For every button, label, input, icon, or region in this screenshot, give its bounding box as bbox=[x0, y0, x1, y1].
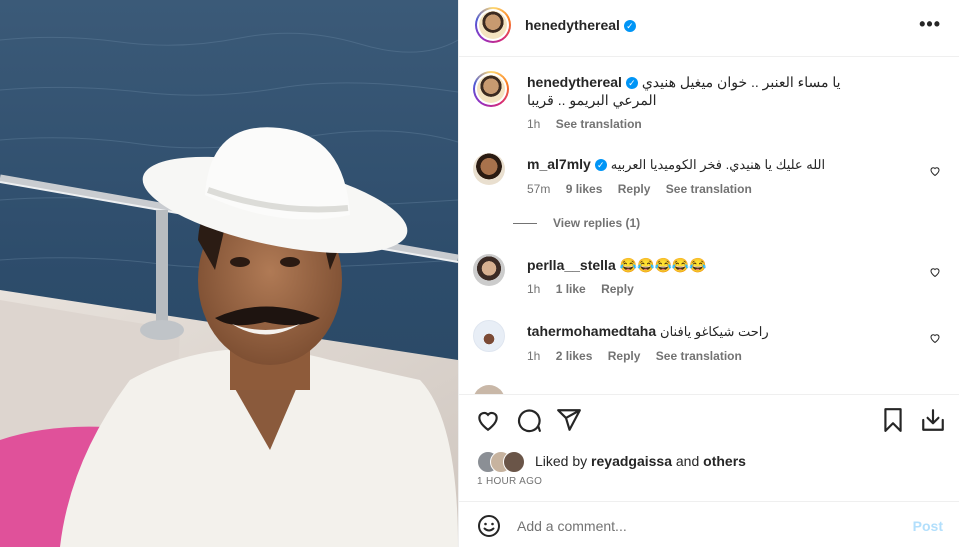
author-avatar[interactable] bbox=[475, 7, 511, 43]
more-horizontal-icon[interactable]: ••• bbox=[919, 14, 941, 35]
liked-by-prefix: Liked by bbox=[535, 453, 588, 469]
see-translation-link[interactable]: See translation bbox=[656, 349, 742, 363]
caption-text-line1: يا مساء العنبر .. خوان ميغيل هنيدي bbox=[641, 74, 841, 90]
download-icon[interactable] bbox=[920, 407, 946, 433]
see-translation-link[interactable]: See translation bbox=[556, 117, 642, 131]
bookmark-icon[interactable] bbox=[880, 407, 906, 433]
posted-time: 1 HOUR AGO bbox=[477, 476, 543, 487]
comment-likes[interactable]: 2 likes bbox=[556, 349, 593, 363]
verified-badge-icon: ✓ bbox=[594, 159, 607, 172]
reply-button[interactable]: Reply bbox=[601, 282, 634, 296]
add-comment-input[interactable] bbox=[515, 513, 879, 539]
caption-username[interactable]: henedythereal bbox=[527, 74, 622, 90]
comment-time: 1h bbox=[527, 349, 541, 363]
comment-time: 1h bbox=[527, 282, 541, 296]
add-comment-bar: Post bbox=[459, 501, 959, 548]
verified-badge-icon: ✓ bbox=[625, 77, 638, 90]
comment-text: 😂😂😂😂😂 bbox=[619, 257, 707, 273]
author-avatar[interactable] bbox=[473, 71, 509, 107]
caption-time: 1h bbox=[527, 117, 541, 131]
comment-time: 57m bbox=[527, 182, 551, 196]
comment-username[interactable]: perlla__stella bbox=[527, 257, 616, 273]
reply-button[interactable]: Reply bbox=[618, 182, 651, 196]
comment-likes[interactable]: 9 likes bbox=[566, 182, 603, 196]
comment-icon[interactable] bbox=[516, 407, 542, 433]
view-replies-button[interactable]: View replies (1) bbox=[513, 216, 640, 230]
liked-by-and: and bbox=[675, 453, 700, 469]
author-line: henedythereal ✓ bbox=[525, 17, 636, 35]
comment-username[interactable]: m_al7mly bbox=[527, 156, 591, 172]
post-comment-button[interactable]: Post bbox=[913, 518, 943, 534]
comment-likes[interactable]: 1 like bbox=[556, 282, 586, 296]
liked-by-user[interactable]: reyadgaissa bbox=[591, 453, 672, 469]
liker-avatars[interactable] bbox=[477, 451, 533, 473]
heart-icon[interactable] bbox=[475, 407, 501, 433]
liked-by-others[interactable]: others bbox=[703, 453, 746, 469]
commenter-avatar[interactable] bbox=[473, 320, 505, 352]
emoji-icon[interactable] bbox=[477, 514, 501, 538]
commenter-avatar[interactable] bbox=[473, 254, 505, 286]
commenter-avatar[interactable] bbox=[473, 153, 505, 185]
post-header: henedythereal ✓ ••• bbox=[459, 0, 959, 57]
comment-text: راحت شيكاغو يافنان bbox=[660, 324, 769, 339]
comments-list[interactable]: henedythereal ✓ يا مساء العنبر .. خوان مي… bbox=[459, 57, 959, 394]
post-actions-bar bbox=[459, 394, 959, 445]
see-translation-link[interactable]: See translation bbox=[666, 182, 752, 196]
author-username[interactable]: henedythereal bbox=[525, 17, 620, 33]
caption-text-line2: المرعي البريمو .. قريبا bbox=[527, 92, 657, 108]
verified-badge-icon: ✓ bbox=[623, 19, 636, 32]
commenter-avatar[interactable] bbox=[473, 385, 505, 394]
comment-like-heart-icon[interactable] bbox=[929, 165, 941, 177]
post-photo[interactable] bbox=[0, 0, 458, 547]
post-panel: henedythereal ✓ ••• henedythereal ✓ يا مسا… bbox=[458, 0, 959, 547]
comment-text: الله عليك يا هنيدي. فخر الكوميديا العربي… bbox=[610, 157, 826, 172]
comment-like-heart-icon[interactable] bbox=[929, 332, 941, 344]
comment-like-heart-icon[interactable] bbox=[929, 266, 941, 278]
share-icon[interactable] bbox=[556, 407, 582, 433]
reply-button[interactable]: Reply bbox=[608, 349, 641, 363]
comment-username[interactable]: tahermohamedtaha bbox=[527, 323, 656, 339]
view-replies-label: View replies (1) bbox=[553, 216, 641, 230]
